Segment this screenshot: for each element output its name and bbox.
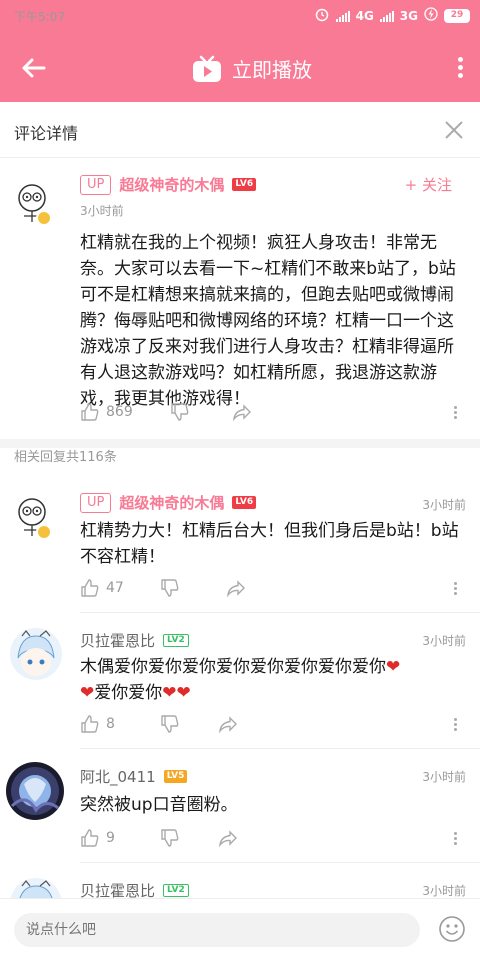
signal-icon (335, 10, 350, 22)
heart-icon: ❤ (386, 657, 401, 677)
dislike-button[interactable] (160, 828, 180, 848)
reply-more-button[interactable] (452, 830, 458, 847)
alarm-icon (314, 6, 330, 26)
page-title: 评论详情 (14, 124, 79, 143)
share-icon (232, 404, 251, 422)
status-time: 下午5:07 (14, 10, 65, 24)
comment-input[interactable] (14, 913, 420, 947)
like-button[interactable]: 9 (80, 828, 115, 848)
like-count: 47 (106, 580, 124, 596)
battery-indicator: 29 (444, 9, 470, 23)
reply-text-line1: 木偶爱你爱你爱你爱你爱你爱你爱你爱你 (80, 657, 386, 677)
level-badge: LV2 (163, 884, 189, 897)
avatar[interactable] (10, 178, 62, 230)
heart-icon: ❤ (80, 683, 95, 703)
share-button[interactable] (218, 828, 238, 848)
comment-text: 杠精就在我的上个视频！疯狂人身攻击！非常无奈。大家可以去看一下~杠精们不敢来b站… (80, 233, 456, 409)
level-badge: LV6 (232, 178, 257, 191)
reply-text: 突然被up口音圈粉。 (80, 795, 238, 815)
comment-input-bar (0, 898, 480, 960)
back-button[interactable] (14, 50, 54, 86)
like-count: 8 (106, 716, 115, 732)
thumbs-down-icon (171, 403, 189, 421)
reply-time: 3小时前 (422, 498, 466, 512)
up-badge: UP (80, 174, 112, 195)
share-icon (218, 830, 237, 848)
share-icon (226, 580, 245, 598)
like-count: 869 (106, 404, 133, 420)
dislike-button[interactable] (160, 714, 180, 734)
like-count: 9 (106, 830, 115, 846)
like-button[interactable]: 8 (80, 714, 115, 734)
share-button[interactable] (232, 402, 252, 422)
thumbs-up-icon (81, 579, 99, 597)
network-3g-label: 3G (399, 9, 418, 23)
dislike-button[interactable] (170, 402, 190, 422)
divider (80, 748, 480, 749)
section-divider-top (0, 438, 480, 439)
reply-text: 杠精势力大！杠精后台大！但我们身后是b站！b站不容杠精！ (80, 521, 459, 567)
reply-time: 3小时前 (422, 634, 466, 648)
close-icon[interactable] (442, 118, 466, 142)
level-badge: LV6 (232, 496, 257, 509)
thumbs-down-icon (161, 715, 179, 733)
divider (80, 612, 480, 613)
reply-count: 相关回复共116条 (14, 450, 117, 465)
username[interactable]: 超级神奇的木偶 (119, 492, 224, 513)
reply-time: 3小时前 (422, 770, 466, 784)
heart-icon: ❤❤ (162, 683, 191, 703)
charging-icon (424, 7, 438, 25)
reply-more-button[interactable] (452, 716, 458, 733)
play-now-button[interactable]: 立即播放 (192, 54, 312, 83)
like-button[interactable]: 869 (80, 402, 133, 422)
comment-time: 3小时前 (80, 204, 124, 218)
thumbs-up-icon (81, 829, 99, 847)
reply-text-line2: 爱你爱你 (94, 683, 163, 703)
reply-time: 3小时前 (422, 884, 466, 898)
follow-button[interactable]: + 关注 (405, 174, 452, 195)
level-badge: LV5 (163, 770, 188, 783)
avatar[interactable] (6, 762, 64, 820)
username[interactable]: 超级神奇的木偶 (119, 174, 224, 195)
thumbs-up-icon (81, 715, 99, 733)
signal-icon-2 (379, 10, 394, 22)
avatar[interactable] (10, 492, 62, 544)
share-button[interactable] (218, 714, 238, 734)
play-now-label: 立即播放 (232, 58, 312, 82)
status-bar: 下午5:07 4G 3G 29 (0, 0, 480, 34)
up-badge: UP (80, 492, 112, 513)
avatar[interactable] (10, 628, 62, 680)
like-button[interactable]: 47 (80, 578, 124, 598)
comment-detail-header: 评论详情 (0, 102, 480, 158)
username[interactable]: 贝拉霍恩比 (80, 630, 155, 651)
app-bar: 立即播放 (0, 34, 480, 102)
comment-more-button[interactable] (452, 404, 458, 421)
tv-play-icon (193, 55, 221, 82)
share-button[interactable] (226, 578, 246, 598)
network-4g-label: 4G (355, 9, 374, 23)
arrow-left-icon (22, 58, 46, 78)
thumbs-down-icon (161, 829, 179, 847)
thumbs-up-icon (81, 403, 99, 421)
emoji-icon[interactable] (438, 915, 466, 943)
divider (80, 862, 480, 863)
reply-more-button[interactable] (452, 580, 458, 597)
share-icon (218, 716, 237, 734)
dislike-button[interactable] (160, 578, 180, 598)
reply-text: 木偶爱你爱你爱你爱你爱你爱你爱你爱你❤ ❤爱你爱你❤❤ (80, 654, 468, 706)
thumbs-down-icon (161, 579, 179, 597)
level-badge: LV2 (163, 634, 189, 647)
username[interactable]: 阿北_0411 (80, 766, 156, 787)
more-menu-button[interactable] (454, 54, 466, 84)
